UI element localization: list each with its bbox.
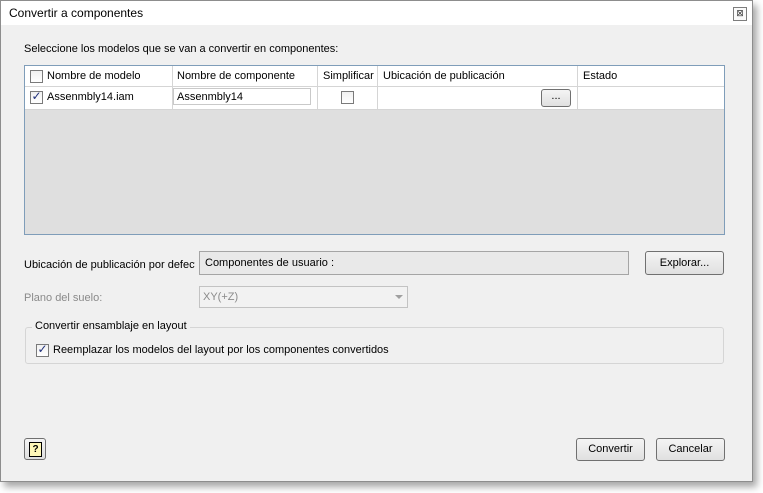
component-name-input[interactable] <box>173 88 311 105</box>
row-browse-button[interactable]: ... <box>541 89 571 107</box>
column-header-publish-location[interactable]: Ubicación de publicación <box>383 70 505 82</box>
column-divider <box>577 66 578 109</box>
table-row[interactable]: ✓ Assenmbly14.iam ... <box>25 87 724 110</box>
browse-button[interactable]: Explorar... <box>645 251 724 275</box>
grid-header: Nombre de modelo Nombre de componente Si… <box>25 66 724 87</box>
select-all-checkbox[interactable] <box>30 70 43 83</box>
column-divider <box>172 66 173 109</box>
ground-plane-label: Plano del suelo: <box>24 292 103 304</box>
default-location-label: Ubicación de publicación por defecto <box>24 259 195 271</box>
checkmark-icon: ✓ <box>31 89 42 103</box>
column-divider <box>317 66 318 109</box>
close-icon: ⊠ <box>736 8 744 18</box>
ground-plane-value: XY(+Z) <box>203 291 239 303</box>
close-button[interactable]: ⊠ <box>733 7 747 21</box>
default-location-field: Componentes de usuario : <box>199 251 629 275</box>
replace-models-checkbox[interactable]: ✓ <box>36 342 49 357</box>
title-bar: Convertir a componentes ⊠ <box>1 1 752 25</box>
column-header-status[interactable]: Estado <box>583 70 617 82</box>
convert-to-components-dialog: Convertir a componentes ⊠ Seleccione los… <box>0 0 753 482</box>
row-select-checkbox[interactable]: ✓ <box>30 89 43 104</box>
instructions-label: Seleccione los modelos que se van a conv… <box>24 43 339 55</box>
convert-button[interactable]: Convertir <box>576 438 645 461</box>
help-icon: ? <box>29 442 42 457</box>
column-header-simplify[interactable]: Simplificar <box>323 70 374 82</box>
cancel-button[interactable]: Cancelar <box>656 438 725 461</box>
help-button[interactable]: ? <box>24 438 46 460</box>
column-header-model-name[interactable]: Nombre de modelo <box>47 70 141 82</box>
models-grid: Nombre de modelo Nombre de componente Si… <box>24 65 725 235</box>
window-title: Convertir a componentes <box>9 6 144 20</box>
column-divider <box>377 66 378 109</box>
simplify-checkbox[interactable] <box>341 91 354 104</box>
replace-models-label[interactable]: Reemplazar los modelos del layout por lo… <box>53 344 389 356</box>
model-name-cell: Assenmbly14.iam <box>47 91 134 103</box>
ground-plane-select[interactable]: XY(+Z) <box>199 286 408 308</box>
column-header-component-name[interactable]: Nombre de componente <box>177 70 295 82</box>
checkmark-icon: ✓ <box>37 342 48 356</box>
layout-group-legend: Convertir ensamblaje en layout <box>32 320 190 332</box>
chevron-down-icon <box>395 295 403 299</box>
default-location-value: Componentes de usuario : <box>205 257 335 269</box>
